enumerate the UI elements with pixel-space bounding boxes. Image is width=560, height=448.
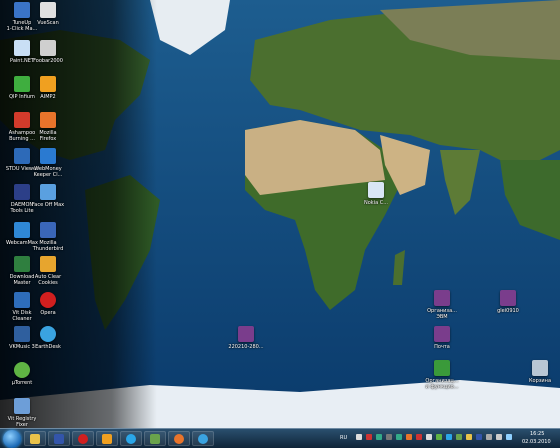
taskbar-explorer[interactable] (24, 431, 46, 446)
nokia-file-shortcut[interactable]: Nokia C... (356, 182, 396, 206)
webmoney-icon (40, 148, 56, 164)
tray-icon-5[interactable] (396, 434, 402, 440)
clock-date[interactable]: 02.03.2010 (522, 439, 551, 445)
taskbar-firefox[interactable] (168, 431, 190, 446)
firefox-shortcut[interactable]: Mozilla Firefox (28, 112, 68, 142)
world-map-wallpaper (0, 0, 560, 428)
tray-icon-2[interactable] (366, 434, 372, 440)
tray-icon-12[interactable] (466, 434, 472, 440)
thunderbird-shortcut[interactable]: Mozilla Thunderbird (28, 222, 68, 252)
explorer-icon (30, 434, 40, 444)
faceoff-icon (40, 184, 56, 200)
registry-shortcut[interactable]: Vit Registry Fixer (2, 398, 42, 428)
firefox-icon (174, 434, 184, 444)
app-icon (150, 434, 160, 444)
tray-icon-8[interactable] (426, 434, 432, 440)
vuescan-shortcut[interactable]: VueScan (28, 2, 68, 26)
tray-icon-14[interactable] (486, 434, 492, 440)
opera-icon (40, 292, 56, 308)
archive-icon (500, 290, 516, 306)
taskbar-skype[interactable] (120, 431, 142, 446)
archive-glei-shortcut[interactable]: glei0910 (488, 290, 528, 314)
desktop: TuneUp 1-Click Ma... VueScan Paint.NET F… (0, 0, 560, 428)
foobar-icon (40, 40, 56, 56)
aimp-shortcut[interactable]: AIMP2 (28, 76, 68, 100)
webmoney-shortcut[interactable]: WebMoney Keeper Cl... (28, 148, 68, 178)
cookies-shortcut[interactable]: Auto Clear Cookies (28, 256, 68, 286)
opera-shortcut[interactable]: Opera (28, 292, 68, 316)
archive-pochta-shortcut[interactable]: Почта (422, 326, 462, 350)
start-button[interactable] (3, 430, 21, 448)
tray-icon-3[interactable] (376, 434, 382, 440)
tray-icon-9[interactable] (436, 434, 442, 440)
tray-icon-4[interactable] (386, 434, 392, 440)
taskbar-aimp[interactable] (96, 431, 118, 446)
earthdesk-icon (40, 326, 56, 342)
recycle-bin-shortcut[interactable]: Корзина (520, 360, 560, 384)
opera-icon (78, 434, 88, 444)
taskbar-earthdesk[interactable] (192, 431, 214, 446)
archive-icon (434, 290, 450, 306)
earthdesk-shortcut[interactable]: EarthDesk (28, 326, 68, 350)
firefox-icon (40, 112, 56, 128)
taskbar-app[interactable] (144, 431, 166, 446)
tray-icon-1[interactable] (356, 434, 362, 440)
organization-doc-shortcut[interactable]: Организац... и функцио... (422, 360, 462, 390)
document-icon (368, 182, 384, 198)
faceoff-shortcut[interactable]: Face Off Max (28, 184, 68, 208)
earthdesk-icon (198, 434, 208, 444)
tray-icon-7[interactable] (416, 434, 422, 440)
aimp-icon (102, 434, 112, 444)
document-icon (434, 360, 450, 376)
language-indicator[interactable]: RU (340, 435, 347, 441)
cookies-icon (40, 256, 56, 272)
tray-icon-13[interactable] (476, 434, 482, 440)
recycle-bin-icon (532, 360, 548, 376)
archive-evm-shortcut[interactable]: Организа... ЭВМ (422, 290, 462, 320)
archive-icon (238, 326, 254, 342)
tray-icon-10[interactable] (446, 434, 452, 440)
save-icon (54, 434, 64, 444)
utorrent-shortcut[interactable]: µTorrent (2, 362, 42, 386)
archive-icon (434, 326, 450, 342)
tray-icon-6[interactable] (406, 434, 412, 440)
taskbar-save[interactable] (48, 431, 70, 446)
aimp-icon (40, 76, 56, 92)
registry-icon (14, 398, 30, 414)
taskbar-opera[interactable] (72, 431, 94, 446)
vuescan-icon (40, 2, 56, 18)
tray-icon-11[interactable] (456, 434, 462, 440)
utorrent-icon (14, 362, 30, 378)
archive-220210-shortcut[interactable]: 220210-280... (226, 326, 266, 350)
clock-time[interactable]: 16:25 (530, 431, 544, 437)
foobar-shortcut[interactable]: Foobar2000 (28, 40, 68, 64)
network-icon[interactable] (506, 434, 512, 440)
skype-icon (126, 434, 136, 444)
thunderbird-icon (40, 222, 56, 238)
volume-icon[interactable] (496, 434, 502, 440)
